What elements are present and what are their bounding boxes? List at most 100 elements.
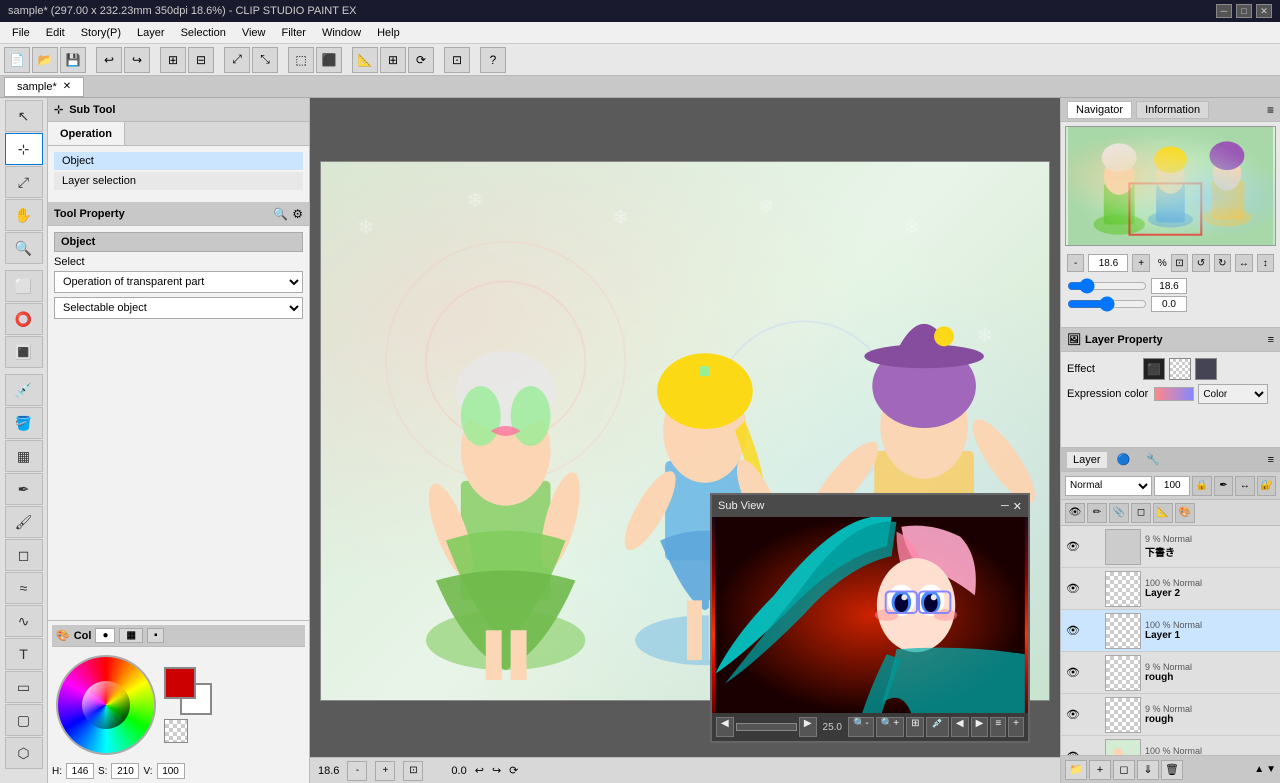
sv-fit[interactable]: ⊞	[906, 717, 924, 737]
menu-selection[interactable]: Selection	[173, 25, 234, 41]
nav-fit[interactable]: ⊡	[1171, 254, 1188, 272]
tab-close-icon[interactable]: ✕	[63, 81, 71, 92]
tool-zoom[interactable]: 🔍	[5, 232, 43, 264]
layer-tab-2[interactable]: 🔵	[1111, 451, 1137, 468]
transparent-swatch[interactable]	[164, 719, 188, 743]
layer-clip-btn[interactable]: 📎	[1109, 503, 1129, 523]
sv-scroll-bar[interactable]	[736, 723, 797, 731]
toolbar-save[interactable]: 💾	[60, 47, 86, 73]
tool-3d[interactable]: ⬡	[5, 737, 43, 769]
effect-black-btn[interactable]: ⬛	[1143, 358, 1165, 380]
sub-view-minimize-icon[interactable]: ─	[1001, 500, 1009, 513]
toolbar-new[interactable]: 📄	[4, 47, 30, 73]
tool-gradient[interactable]: ▦	[5, 440, 43, 472]
tool-figure[interactable]: ▭	[5, 671, 43, 703]
layer-eye-0[interactable]: 👁	[1065, 539, 1081, 555]
toolbar-selection2[interactable]: ⊟	[188, 47, 214, 73]
sv-scroll-right[interactable]: ▶	[799, 717, 817, 737]
rotation-slider[interactable]	[1067, 297, 1147, 311]
lock-transparent-btn[interactable]: 🔒	[1192, 476, 1211, 496]
menu-layer[interactable]: Layer	[129, 25, 173, 41]
zoom-in-icon[interactable]: +	[375, 761, 395, 781]
layer-tab-layer[interactable]: Layer	[1067, 452, 1107, 468]
canvas-rotate-icon[interactable]: ⟳	[509, 764, 518, 777]
layer-item[interactable]: 👁 9 % Normal rough	[1061, 652, 1280, 694]
layer-item[interactable]: 👁 9 % Normal 下書き	[1061, 526, 1280, 568]
sv-next[interactable]: ▶	[971, 717, 989, 737]
layer-add-new[interactable]: +	[1089, 760, 1111, 780]
hue-input[interactable]	[66, 763, 94, 779]
selectable-select[interactable]: Selectable object	[54, 297, 303, 319]
toolbar-undo[interactable]: ↩	[96, 47, 122, 73]
layer-eye-1[interactable]: 👁	[1065, 581, 1081, 597]
tool-selection-lasso[interactable]: ⭕	[5, 303, 43, 335]
toolbar-selection1[interactable]: ⊞	[160, 47, 186, 73]
sv-menu[interactable]: ≡	[990, 717, 1006, 737]
maximize-button[interactable]: □	[1236, 4, 1252, 18]
sv-zoom-in[interactable]: 🔍+	[876, 717, 904, 737]
foreground-color-swatch[interactable]	[164, 667, 196, 699]
tab-operation[interactable]: Operation	[48, 122, 125, 145]
layer-mask-btn[interactable]: ◻	[1131, 503, 1151, 523]
tool-blend[interactable]: ∿	[5, 605, 43, 637]
sub-view-close-icon[interactable]: ✕	[1013, 500, 1022, 513]
menu-view[interactable]: View	[234, 25, 274, 41]
layer-color-btn[interactable]: 🎨	[1175, 503, 1195, 523]
layer-delete[interactable]: 🗑	[1161, 760, 1183, 780]
canvas-history-back[interactable]: ↩	[475, 764, 484, 777]
color-mode-square[interactable]: ▪	[147, 628, 165, 643]
layer-eye-2[interactable]: 👁	[1065, 623, 1081, 639]
tool-fill[interactable]: 🪣	[5, 407, 43, 439]
nav-zoom-out[interactable]: -	[1067, 254, 1084, 272]
canvas-area[interactable]: ❄ ❄ ❄ ❄ ❄ ❄	[310, 98, 1060, 783]
nav-preview-area[interactable]	[1065, 126, 1276, 246]
toolbar-canvas1[interactable]: ⬚	[288, 47, 314, 73]
tool-selection-rect[interactable]: ⬜	[5, 270, 43, 302]
sv-eyedropper[interactable]: 💉	[926, 717, 948, 737]
tool-text[interactable]: T	[5, 638, 43, 670]
tool-move[interactable]: ↖	[5, 100, 43, 132]
sub-view-content[interactable]	[712, 517, 1028, 713]
nav-zoom-input[interactable]	[1088, 254, 1128, 272]
tool-brush[interactable]: 🖌	[5, 506, 43, 538]
layer-eye-4[interactable]: 👁	[1065, 707, 1081, 723]
layer-eye-3[interactable]: 👁	[1065, 665, 1081, 681]
operation-select[interactable]: Operation of transparent part	[54, 271, 303, 293]
tool-selection-auto[interactable]: 🔳	[5, 336, 43, 368]
menu-edit[interactable]: Edit	[38, 25, 73, 41]
toolbar-transform1[interactable]: ⤢	[224, 47, 250, 73]
toolbar-canvas2[interactable]: ⬛	[316, 47, 342, 73]
toolbar-misc1[interactable]: ⊡	[444, 47, 470, 73]
window-controls[interactable]: ─ □ ✕	[1216, 4, 1272, 18]
lock-all-btn[interactable]: 🔐	[1257, 476, 1276, 496]
tool-item-layer-selection[interactable]: Layer selection	[54, 172, 303, 190]
color-mode-circle[interactable]: ●	[95, 628, 115, 643]
layer-scroll-up[interactable]: ▲	[1254, 764, 1264, 775]
nav-rotate-ccw[interactable]: ↺	[1192, 254, 1209, 272]
toolbar-rotate[interactable]: ⟳	[408, 47, 434, 73]
sv-scroll-left[interactable]: ◀	[716, 717, 734, 737]
layer-tab-3[interactable]: 🔧	[1140, 451, 1166, 468]
layer-item[interactable]: 👁 9 % Normal rough	[1061, 694, 1280, 736]
close-button[interactable]: ✕	[1256, 4, 1272, 18]
blend-mode-select[interactable]: Normal Multiply Screen	[1065, 476, 1152, 496]
nav-zoom-in[interactable]: +	[1132, 254, 1149, 272]
zoom-value-input[interactable]	[1151, 278, 1187, 294]
lock-drawing-btn[interactable]: ✒	[1214, 476, 1233, 496]
tool-property-search-icon[interactable]: 🔍	[273, 207, 288, 221]
tool-property-settings-icon[interactable]: ⚙	[292, 207, 303, 221]
lp-collapse-icon[interactable]: ≡	[1268, 334, 1274, 346]
tool-eraser[interactable]: ◻	[5, 539, 43, 571]
color-wheel[interactable]	[56, 655, 156, 755]
tool-operation[interactable]: ⊹	[5, 133, 43, 165]
tool-pen[interactable]: ✒	[5, 473, 43, 505]
layer-eye-5[interactable]: 👁	[1065, 749, 1081, 756]
zoom-slider[interactable]	[1067, 279, 1147, 293]
tab-navigator[interactable]: Navigator	[1067, 101, 1132, 119]
rotation-value-input[interactable]	[1151, 296, 1187, 312]
sat-input[interactable]	[111, 763, 139, 779]
sv-add[interactable]: +	[1008, 717, 1024, 737]
fit-canvas-icon[interactable]: ⊡	[403, 761, 423, 781]
layer-merge[interactable]: ⇓	[1137, 760, 1159, 780]
layer-item[interactable]: 👁 100 % Normal Full-bloomed spring	[1061, 736, 1280, 755]
